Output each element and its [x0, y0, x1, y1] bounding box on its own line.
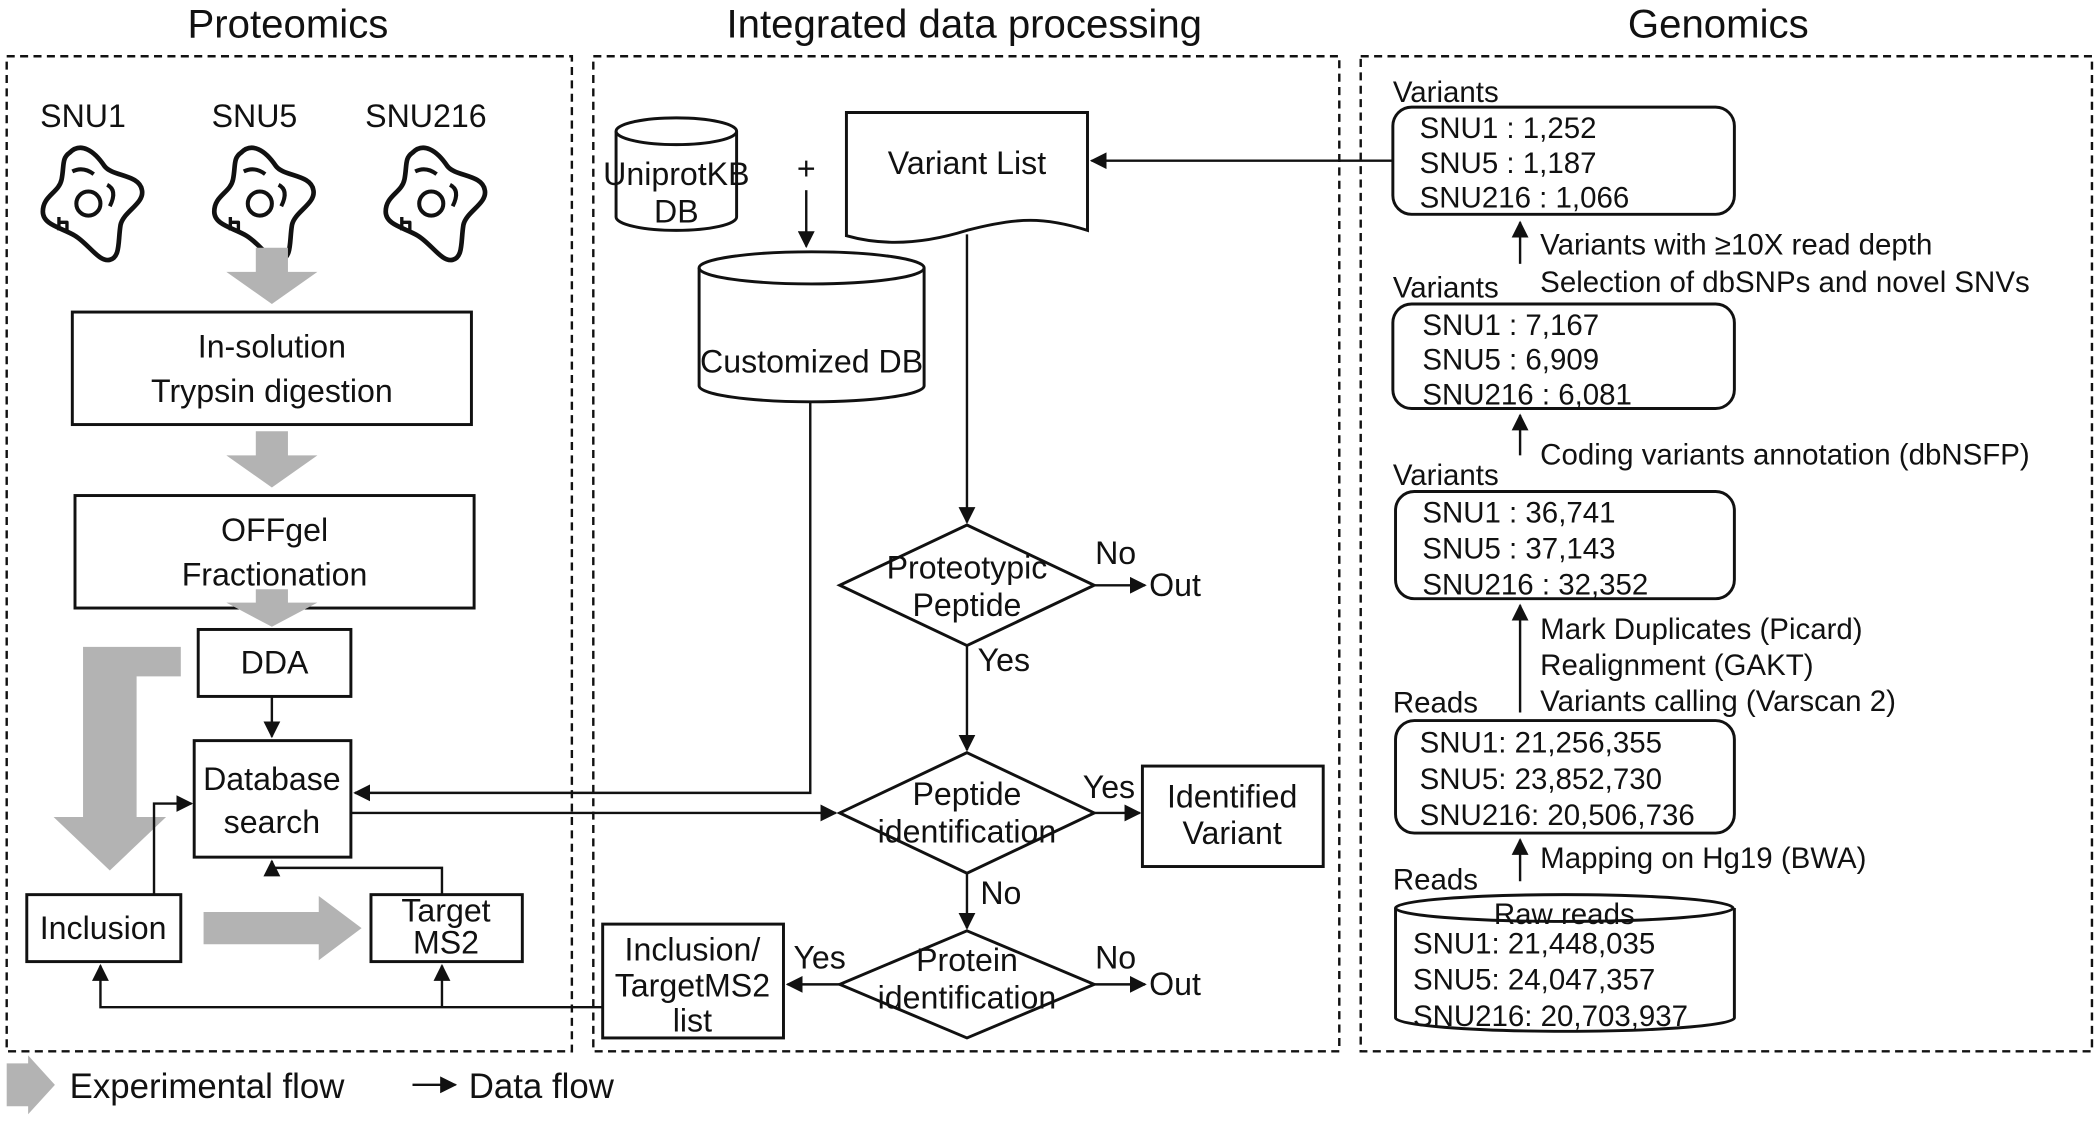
raw-reads-title: Raw reads — [1494, 898, 1635, 931]
yes-label: Yes — [1083, 769, 1135, 805]
no-label: No — [1095, 535, 1136, 571]
count-row: SNU5: 23,852,730 — [1420, 763, 1662, 796]
reads-label: Reads — [1393, 863, 1478, 896]
inclusion-list-label: list — [673, 1002, 712, 1038]
step-label: Coding variants annotation (dbNSFP) — [1540, 439, 2030, 472]
fractionation-label: OFFgel — [221, 512, 328, 548]
customized-db-label: Customized DB — [700, 343, 923, 379]
variants-label: Variants — [1393, 459, 1499, 492]
identified-variant-label: Identified — [1167, 779, 1297, 815]
count-row: SNU1: 21,448,035 — [1413, 928, 1655, 961]
experimental-arrow-loop — [53, 646, 181, 871]
fractionation-label: Fractionation — [182, 556, 368, 592]
decision-label: identification — [878, 813, 1057, 849]
count-row: SNU1: 21,256,355 — [1420, 727, 1662, 760]
legend-experimental-arrow-icon — [6, 1055, 55, 1115]
plus-sign: + — [797, 150, 816, 186]
decision-label: Proteotypic — [887, 550, 1048, 586]
experimental-arrow — [226, 431, 318, 488]
count-row: SNU216 : 32,352 — [1422, 569, 1648, 602]
data-flow-arrow — [92, 963, 603, 1009]
cell-icon — [386, 148, 485, 260]
digestion-label: In-solution — [198, 329, 346, 365]
cell-line-label: SNU1 — [40, 98, 126, 134]
cell-icon — [214, 148, 313, 260]
digestion-label: Trypsin digestion — [151, 373, 393, 409]
experimental-arrow — [226, 247, 318, 305]
count-row: SNU216: 20,506,736 — [1420, 799, 1695, 832]
count-row: SNU216: 20,703,937 — [1413, 1000, 1688, 1033]
out-label: Out — [1149, 966, 1201, 1002]
cell-icon — [43, 148, 142, 260]
legend-data-label: Data flow — [469, 1067, 615, 1106]
count-row: SNU216 : 1,066 — [1420, 182, 1630, 215]
count-row: SNU5 : 37,143 — [1422, 532, 1615, 565]
no-label: No — [1095, 939, 1136, 975]
data-flow-arrow — [263, 859, 444, 895]
step-label: Variants with ≥10X read depth — [1540, 228, 1932, 261]
experimental-arrow — [203, 895, 362, 961]
uniprot-db-label: DB — [654, 193, 699, 229]
inclusion-label: Inclusion — [40, 910, 167, 946]
decision-label: Protein — [916, 942, 1018, 978]
cell-line-label: SNU5 — [212, 98, 298, 134]
section-title-integrated: Integrated data processing — [727, 2, 1203, 47]
database-search-label: search — [224, 804, 320, 840]
step-label: Mark Duplicates (Picard) — [1540, 613, 1862, 646]
count-row: SNU1 : 36,741 — [1422, 496, 1615, 529]
variants-label: Variants — [1393, 76, 1499, 109]
section-title-genomics: Genomics — [1628, 2, 1809, 47]
step-label: Mapping on Hg19 (BWA) — [1540, 842, 1866, 875]
uniprot-db-label: UniprotKB — [603, 156, 749, 192]
target-ms2-label: Target — [401, 892, 490, 928]
step-label: Selection of dbSNPs and novel SNVs — [1540, 266, 2030, 299]
count-row: SNU5: 24,047,357 — [1413, 964, 1655, 997]
target-ms2-label: MS2 — [413, 925, 479, 961]
step-label: Variants calling (Varscan 2) — [1540, 685, 1896, 718]
section-title-proteomics: Proteomics — [188, 2, 389, 47]
variant-list-label: Variant List — [888, 145, 1046, 181]
workflow-diagram: Proteomics Integrated data processing Ge… — [5, 2, 2094, 1115]
inclusion-list-label: Inclusion/ — [625, 931, 761, 967]
cell-line-label: SNU216 — [365, 98, 486, 134]
count-row: SNU216 : 6,081 — [1422, 378, 1632, 411]
legend-experimental-label: Experimental flow — [70, 1067, 346, 1106]
variants-label: Variants — [1393, 271, 1499, 304]
database-search-label: Database — [203, 761, 341, 797]
identified-variant-label: Variant — [1182, 815, 1281, 851]
out-label: Out — [1149, 567, 1201, 603]
dda-label: DDA — [241, 645, 309, 681]
yes-label: Yes — [793, 939, 845, 975]
count-row: SNU5 : 1,187 — [1420, 147, 1597, 180]
decision-label: identification — [878, 979, 1057, 1015]
yes-label: Yes — [978, 642, 1030, 678]
decision-label: Peptide — [912, 587, 1021, 623]
count-row: SNU1 : 1,252 — [1420, 112, 1597, 145]
count-row: SNU1 : 7,167 — [1422, 309, 1599, 342]
inclusion-list-label: TargetMS2 — [615, 967, 770, 1003]
decision-label: Peptide — [912, 776, 1021, 812]
reads-label: Reads — [1393, 687, 1478, 720]
step-label: Realignment (GAKT) — [1540, 649, 1813, 682]
count-row: SNU5 : 6,909 — [1422, 344, 1599, 377]
no-label: No — [980, 875, 1021, 911]
